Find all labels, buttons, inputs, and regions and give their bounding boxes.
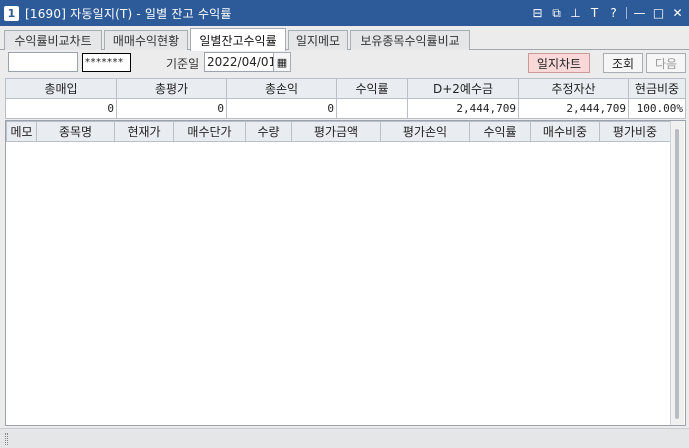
summary-header-row: 총매입 총평가 총손익 수익률 D+2예수금 추정자산 현금비중: [5, 78, 686, 99]
grid-header-quantity[interactable]: 수량: [245, 121, 292, 142]
tab-return-compare-chart[interactable]: 수익률비교차트: [4, 30, 102, 50]
summary-header-total-eval: 총평가: [116, 78, 227, 99]
base-date-input[interactable]: 2022/04/01: [204, 52, 276, 72]
title-bar: 1 [1690] 자동일지(T) - 일별 잔고 수익률 ⊟ ⧉ ⊥ T ? —…: [0, 0, 689, 26]
grid-vertical-scrollbar[interactable]: [670, 121, 684, 425]
summary-header-total-buy: 총매입: [5, 78, 117, 99]
summary-table: 총매입 총평가 총손익 수익률 D+2예수금 추정자산 현금비중 0 0 0 2…: [5, 78, 686, 119]
grid-header-buy-ratio[interactable]: 매수비중: [530, 121, 600, 142]
pin-icon[interactable]: ⊥: [568, 5, 583, 21]
journal-chart-button[interactable]: 일지차트: [528, 53, 590, 73]
summary-header-total-pnl: 총손익: [226, 78, 337, 99]
query-button[interactable]: 조회: [603, 53, 643, 73]
summary-header-cash-ratio: 현금비중: [628, 78, 686, 99]
grid-header-avg-buy-price[interactable]: 매수단가: [173, 121, 246, 142]
close-icon[interactable]: ✕: [670, 5, 685, 21]
summary-total-buy: 0: [5, 98, 117, 119]
base-date-label: 기준일: [166, 57, 200, 71]
title-separator: [626, 7, 627, 19]
tab-trade-profit-status[interactable]: 매매수익현황: [104, 30, 188, 50]
summary-total-eval: 0: [116, 98, 227, 119]
grid-header-eval-pnl[interactable]: 평가손익: [380, 121, 470, 142]
summary-header-d2-deposit: D+2예수금: [407, 78, 519, 99]
password-input[interactable]: *******: [82, 53, 131, 72]
grid-header-stock-name[interactable]: 종목명: [36, 121, 115, 142]
grid-header-row: 메모 종목명 현재가 매수단가 수량 평가금액 평가손익 수익률 매수비중 평가…: [6, 121, 671, 142]
summary-header-return: 수익률: [336, 78, 408, 99]
summary-value-row: 0 0 0 2,444,709 2,444,709 100.00%: [5, 98, 686, 119]
tab-bar: 수익률비교차트 매매수익현황 일별잔고수익률 일지메모 보유종목수익률비교: [0, 26, 689, 51]
grid-header-return[interactable]: 수익률: [469, 121, 531, 142]
summary-est-assets: 2,444,709: [518, 98, 629, 119]
window-number-badge: 1: [4, 5, 19, 21]
summary-total-pnl: 0: [226, 98, 337, 119]
tab-journal-memo[interactable]: 일지메모: [288, 30, 348, 50]
account-input[interactable]: [8, 52, 78, 72]
summary-return: [336, 98, 408, 119]
title-icons: ⊟ ⧉ ⊥ T ? — □ ✕: [528, 0, 687, 26]
minimize-icon[interactable]: —: [632, 5, 647, 21]
font-size-icon[interactable]: T: [587, 5, 602, 21]
tab-daily-balance-return[interactable]: 일별잔고수익률: [190, 28, 286, 51]
window-layout-icon[interactable]: ⊟: [530, 5, 545, 21]
holdings-table: 메모 종목명 현재가 매수단가 수량 평가금액 평가손익 수익률 매수비중 평가…: [6, 121, 671, 142]
status-bar: [0, 428, 689, 448]
calendar-icon[interactable]: ▦: [273, 52, 291, 72]
grid-header-eval-ratio[interactable]: 평가비중: [599, 121, 671, 142]
grid-header-current-price[interactable]: 현재가: [114, 121, 174, 142]
toolbar: ******* 기준일 2022/04/01 ▦ 일지차트 조회 다음: [0, 50, 689, 76]
summary-header-est-assets: 추정자산: [518, 78, 629, 99]
maximize-icon[interactable]: □: [651, 5, 666, 21]
window-title: [1690] 자동일지(T) - 일별 잔고 수익률: [25, 6, 232, 21]
grid-scroll-thumb[interactable]: [675, 129, 679, 419]
grid-header-memo[interactable]: 메모: [6, 121, 37, 142]
resize-grip-icon[interactable]: [5, 433, 8, 445]
next-button[interactable]: 다음: [646, 53, 686, 73]
summary-d2-deposit: 2,444,709: [407, 98, 519, 119]
tab-holding-return-compare[interactable]: 보유종목수익률비교: [350, 30, 470, 50]
summary-cash-ratio: 100.00%: [628, 98, 686, 119]
holdings-grid[interactable]: 메모 종목명 현재가 매수단가 수량 평가금액 평가손익 수익률 매수비중 평가…: [5, 120, 686, 426]
link-icon[interactable]: ⧉: [549, 5, 564, 21]
help-icon[interactable]: ?: [606, 5, 621, 21]
grid-header-eval-amount[interactable]: 평가금액: [291, 121, 381, 142]
